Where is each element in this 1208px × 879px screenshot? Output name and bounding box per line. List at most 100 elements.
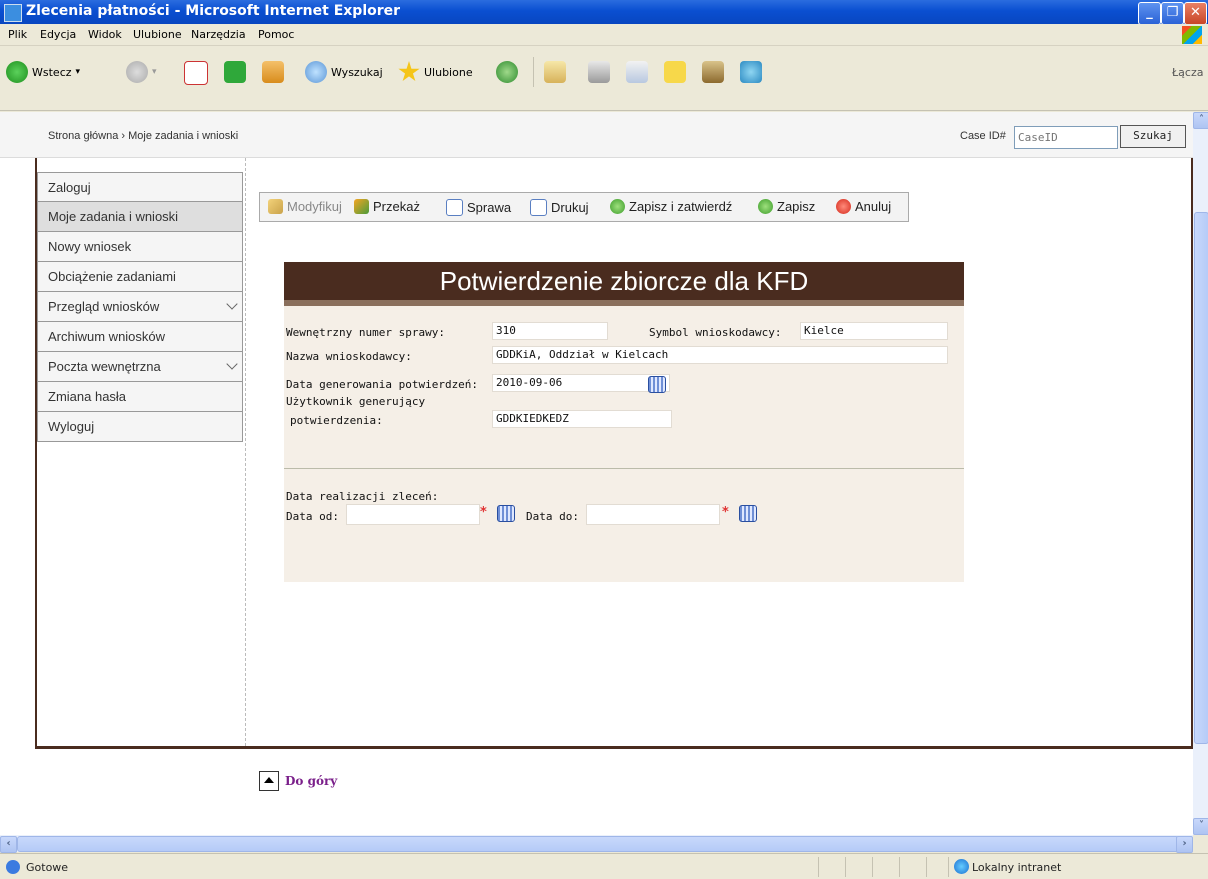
pencil-icon <box>268 199 283 214</box>
required-mark: * <box>480 505 487 520</box>
generation-date-label: Data generowania potwierdzeń: <box>286 378 479 391</box>
menu-help[interactable]: Pomoc <box>258 28 294 41</box>
sidebar-item-label: Wyloguj <box>48 419 95 434</box>
chevron-down-icon <box>226 298 238 310</box>
home-icon[interactable] <box>262 61 284 83</box>
date-from-input[interactable] <box>346 504 480 525</box>
status-divider <box>845 857 846 877</box>
security-zone: Lokalny intranet <box>972 861 1062 874</box>
back-label: Wstecz <box>32 65 72 79</box>
scroll-up-icon[interactable]: ˄ <box>1193 112 1208 129</box>
save-button[interactable]: Zapisz <box>758 199 815 214</box>
sidebar-item-label: Moje zadania i wnioski <box>48 209 179 224</box>
calendar-icon[interactable] <box>497 505 515 522</box>
messenger-icon[interactable] <box>740 61 762 83</box>
edit-icon[interactable] <box>626 61 648 83</box>
print-button[interactable]: Drukuj <box>530 199 589 216</box>
scroll-right-icon[interactable]: › <box>1176 836 1193 853</box>
refresh-icon[interactable] <box>224 61 246 83</box>
sidebar-item-review[interactable]: Przegląd wniosków <box>37 292 243 322</box>
maximize-button[interactable]: ❐ <box>1161 2 1184 25</box>
sidebar-item-archive[interactable]: Archiwum wniosków <box>37 322 243 352</box>
back-to-top-link[interactable]: Do góry <box>259 771 337 791</box>
sidebar-item-label: Zaloguj <box>48 180 91 195</box>
horizontal-scroll-thumb[interactable] <box>17 836 1179 852</box>
cancel-label: Anuluj <box>855 199 892 214</box>
menu-tools[interactable]: Narzędzia <box>191 28 246 41</box>
applicant-symbol-label: Symbol wnioskodawcy: <box>649 326 782 339</box>
page-header: Strona główna › Moje zadania i wnioski C… <box>0 112 1193 158</box>
modify-button[interactable]: Modyfikuj <box>268 199 342 214</box>
menu-favorites[interactable]: Ulubione <box>133 28 182 41</box>
sidebar-item-login[interactable]: Zaloguj <box>37 172 243 202</box>
date-to-input[interactable] <box>586 504 720 525</box>
modify-label: Modyfikuj <box>287 199 342 214</box>
vertical-scroll-thumb[interactable] <box>1194 212 1208 744</box>
case-id-input[interactable] <box>1014 126 1118 149</box>
transfer-button[interactable]: Przekaż <box>354 199 420 214</box>
minimize-button[interactable]: _ <box>1138 2 1161 25</box>
save-approve-button[interactable]: Zapisz i zatwierdź <box>610 199 732 214</box>
sidebar-item-label: Obciążenie zadaniami <box>48 269 176 284</box>
search-button[interactable]: Wyszukaj <box>305 61 383 83</box>
required-mark: * <box>722 505 729 520</box>
status-divider <box>926 857 927 877</box>
cancel-button[interactable]: Anuluj <box>836 199 891 214</box>
mail-icon[interactable] <box>544 61 566 83</box>
forward-button[interactable]: ▾ <box>126 61 157 83</box>
menu-view[interactable]: Widok <box>88 28 122 41</box>
vertical-scrollbar[interactable]: ˄ ˅ <box>1193 112 1208 835</box>
back-arrow-icon <box>6 61 28 83</box>
date-from-label: Data od: <box>286 510 339 523</box>
case-icon <box>446 199 463 216</box>
print-icon[interactable] <box>588 61 610 83</box>
case-button[interactable]: Sprawa <box>446 199 511 216</box>
sidebar-item-label: Archiwum wniosków <box>48 329 166 344</box>
date-to-label: Data do: <box>526 510 579 523</box>
status-text: Gotowe <box>26 861 69 874</box>
research-icon[interactable] <box>702 61 724 83</box>
form-title: Potwierdzenie zbiorcze dla KFD <box>284 262 964 300</box>
calendar-icon[interactable] <box>648 376 666 393</box>
back-button[interactable]: Wstecz ▾ <box>6 61 80 83</box>
ie-app-icon <box>4 4 22 22</box>
note-icon[interactable] <box>664 61 686 83</box>
close-button[interactable]: ✕ <box>1184 2 1207 25</box>
users-transfer-icon <box>354 199 369 214</box>
menu-bar: Plik Edycja Widok Ulubione Narzędzia Pom… <box>0 24 1208 46</box>
web-page: Strona główna › Moje zadania i wnioski C… <box>0 112 1193 835</box>
case-label: Sprawa <box>467 200 512 215</box>
menu-edit[interactable]: Edycja <box>40 28 76 41</box>
sidebar-item-label: Nowy wniosek <box>48 239 132 254</box>
sidebar-nav: Zaloguj Moje zadania i wnioski Nowy wnio… <box>37 172 243 448</box>
internal-number-field: 310 <box>492 322 608 340</box>
stop-icon[interactable] <box>184 61 208 85</box>
generating-user-label-cont: potwierdzenia: <box>290 414 383 427</box>
star-icon <box>398 61 420 82</box>
status-divider <box>818 857 819 877</box>
sidebar-item-label: Przegląd wniosków <box>48 299 160 314</box>
windows-logo-icon <box>1182 26 1202 44</box>
scroll-left-icon[interactable]: ‹ <box>0 836 17 853</box>
favorites-button[interactable]: Ulubione <box>398 61 473 83</box>
horizontal-scrollbar[interactable]: ‹ › <box>0 835 1193 853</box>
sidebar-item-internal-mail[interactable]: Poczta wewnętrzna <box>37 352 243 382</box>
sidebar-item-new-request[interactable]: Nowy wniosek <box>37 232 243 262</box>
menu-file[interactable]: Plik <box>8 28 27 41</box>
generating-user-label: Użytkownik generujący <box>286 395 426 408</box>
applicant-name-label: Nazwa wnioskodawcy: <box>286 350 412 363</box>
sidebar-item-change-password[interactable]: Zmiana hasła <box>37 382 243 412</box>
search-case-button[interactable]: Szukaj <box>1120 125 1186 148</box>
cancel-icon <box>836 199 851 214</box>
sidebar-item-workload[interactable]: Obciążenie zadaniami <box>37 262 243 292</box>
history-icon[interactable] <box>496 61 518 83</box>
forward-arrow-icon <box>126 61 148 83</box>
sidebar-item-my-tasks[interactable]: Moje zadania i wnioski <box>37 202 243 232</box>
calendar-icon[interactable] <box>739 505 757 522</box>
scroll-down-icon[interactable]: ˅ <box>1193 818 1208 835</box>
sidebar-item-logout[interactable]: Wyloguj <box>37 412 243 442</box>
status-divider <box>899 857 900 877</box>
breadcrumb[interactable]: Strona główna › Moje zadania i wnioski <box>48 130 238 142</box>
favorites-label: Ulubione <box>424 65 473 79</box>
links-label[interactable]: Łącza <box>1172 66 1204 79</box>
